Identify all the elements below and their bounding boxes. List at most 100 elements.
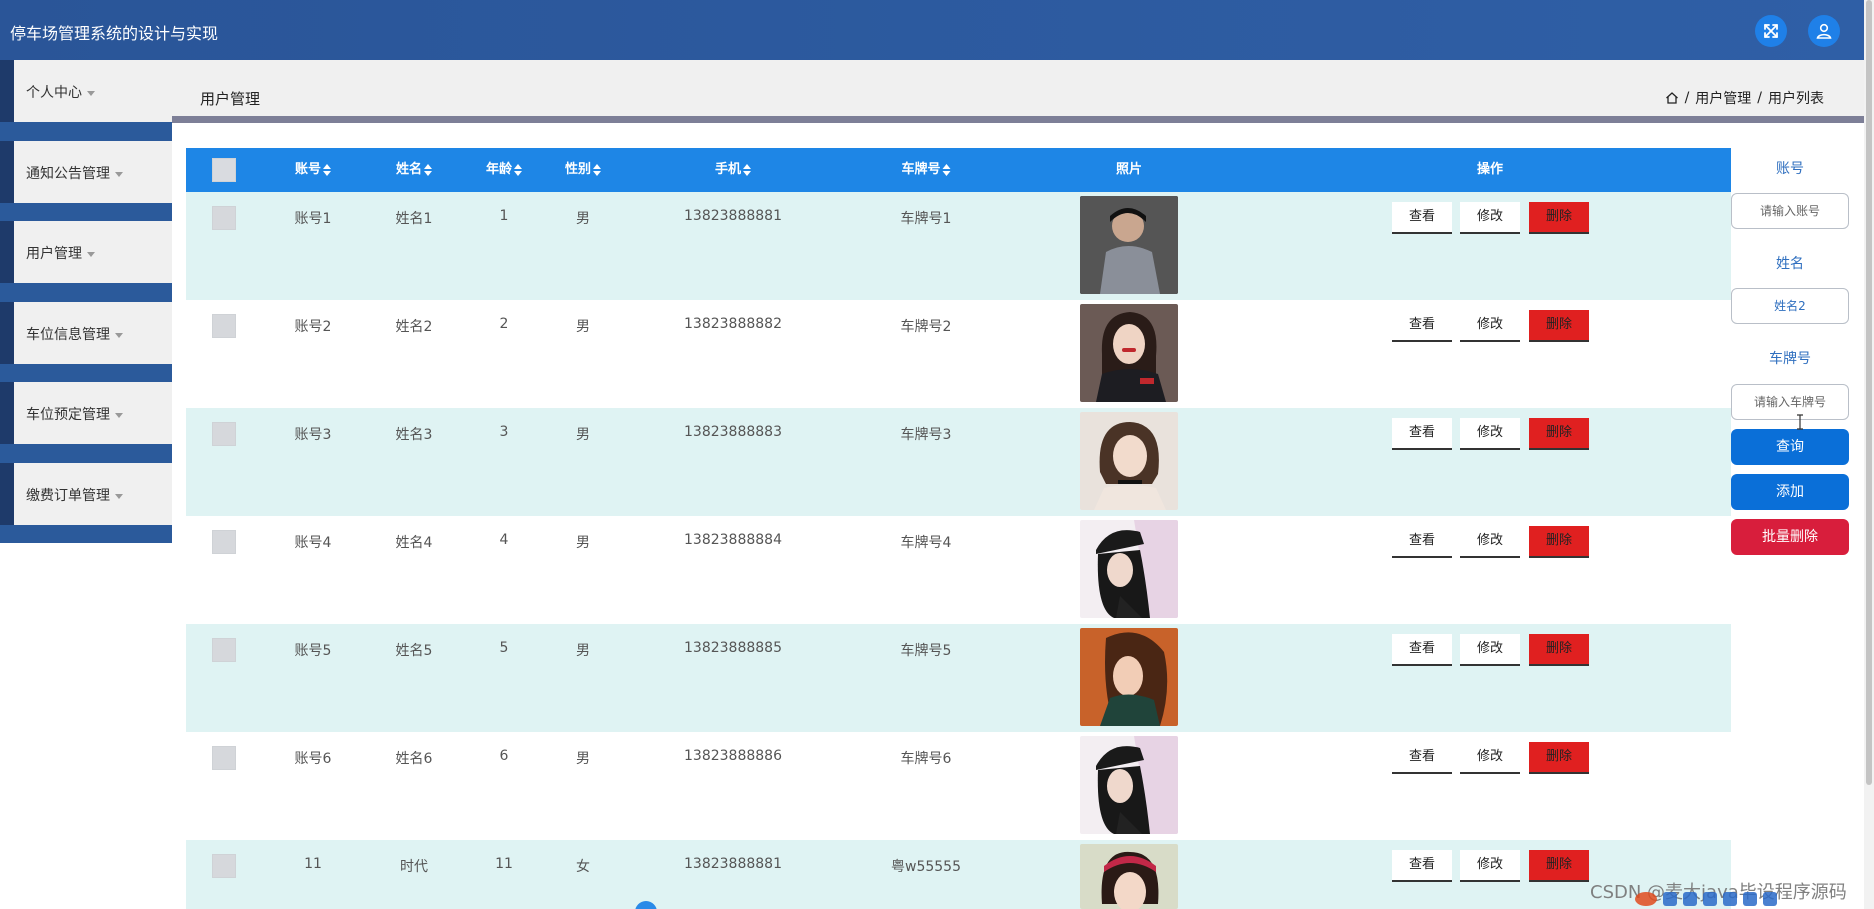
sidebar-item-user-management[interactable]: 用户管理 — [0, 221, 172, 283]
plate-search-input[interactable]: 请输入车牌号 — [1731, 384, 1849, 420]
delete-button[interactable]: 删除 — [1529, 742, 1589, 774]
sidebar-item-parking-info[interactable]: 车位信息管理 — [0, 302, 172, 364]
sidebar-item-personal-center[interactable]: 个人中心 — [0, 60, 172, 122]
table-row: 账号5 姓名5 5 男 13823888885 车牌号5 查看 修改 删除 — [186, 624, 1731, 732]
edit-button[interactable]: 修改 — [1460, 742, 1520, 774]
column-header-gender[interactable]: 性别 — [565, 148, 602, 192]
cell-gender: 男 — [576, 427, 590, 443]
account-label: 账号 — [1776, 161, 1804, 177]
edit-button[interactable]: 修改 — [1460, 634, 1520, 666]
batch-delete-button[interactable]: 批量删除 — [1731, 519, 1849, 555]
sort-icon[interactable] — [514, 163, 523, 176]
cell-phone: 13823888882 — [684, 316, 782, 332]
delete-button[interactable]: 删除 — [1529, 202, 1589, 234]
column-header-plate[interactable]: 车牌号 — [901, 148, 951, 192]
user-photo — [1080, 628, 1178, 726]
fullscreen-button[interactable] — [1755, 15, 1787, 47]
grid-icon[interactable] — [1763, 891, 1777, 906]
plate-label: 车牌号 — [1769, 351, 1811, 367]
edit-button[interactable]: 修改 — [1460, 526, 1520, 558]
delete-button[interactable]: 删除 — [1529, 310, 1589, 342]
cell-account: 账号4 — [294, 535, 332, 551]
table-row: 账号4 姓名4 4 男 13823888884 车牌号4 查看 修改 删除 — [186, 516, 1731, 624]
row-checkbox[interactable] — [212, 746, 236, 770]
cell-plate: 车牌号3 — [900, 427, 952, 443]
delete-button[interactable]: 删除 — [1529, 850, 1589, 882]
cell-phone: 13823888886 — [684, 748, 782, 764]
column-header-account[interactable]: 账号 — [295, 148, 332, 192]
row-checkbox[interactable] — [212, 422, 236, 446]
scrollbar-thumb[interactable] — [1866, 0, 1872, 785]
view-button[interactable]: 查看 — [1392, 742, 1452, 774]
sort-icon[interactable] — [593, 163, 602, 176]
column-header-age[interactable]: 年龄 — [486, 148, 523, 192]
header-divider — [172, 116, 1864, 123]
view-button[interactable]: 查看 — [1392, 202, 1452, 234]
delete-button[interactable]: 删除 — [1529, 418, 1589, 450]
delete-button[interactable]: 删除 — [1529, 526, 1589, 558]
page-title: 用户管理 — [200, 90, 261, 108]
view-button[interactable]: 查看 — [1392, 526, 1452, 558]
sort-icon[interactable] — [942, 163, 951, 176]
cell-phone: 13823888881 — [684, 856, 782, 872]
view-button[interactable]: 查看 — [1392, 850, 1452, 882]
cell-name: 姓名4 — [395, 535, 433, 551]
view-button[interactable]: 查看 — [1392, 634, 1452, 666]
chevron-down-icon — [115, 171, 123, 177]
keyboard-icon[interactable] — [1723, 891, 1737, 906]
name-search-input[interactable]: 姓名2 — [1731, 288, 1849, 324]
row-checkbox[interactable] — [212, 638, 236, 662]
cell-account: 账号3 — [294, 427, 332, 443]
edit-button[interactable]: 修改 — [1460, 310, 1520, 342]
query-button[interactable]: 查询 — [1731, 429, 1849, 465]
breadcrumb-item-user-management[interactable]: 用户管理 — [1695, 88, 1751, 108]
row-checkbox[interactable] — [212, 314, 236, 338]
cell-age: 5 — [499, 640, 509, 656]
sort-icon[interactable] — [323, 163, 332, 176]
edit-button[interactable]: 修改 — [1460, 202, 1520, 234]
row-checkbox[interactable] — [212, 854, 236, 878]
table-row: 账号6 姓名6 6 男 13823888886 车牌号6 查看 修改 删除 — [186, 732, 1731, 840]
user-button[interactable] — [1808, 15, 1840, 47]
view-button[interactable]: 查看 — [1392, 310, 1452, 342]
user-photo — [1080, 304, 1178, 402]
delete-button[interactable]: 删除 — [1529, 634, 1589, 666]
tray-icon[interactable] — [1663, 891, 1677, 906]
tray-icon[interactable] — [1743, 891, 1757, 906]
input-method-icon[interactable] — [1635, 891, 1657, 906]
cell-gender: 女 — [576, 859, 590, 875]
app-title: 停车场管理系统的设计与实现 — [10, 24, 219, 43]
cell-plate: 车牌号5 — [900, 643, 952, 659]
cell-gender: 男 — [576, 535, 590, 551]
row-checkbox[interactable] — [212, 530, 236, 554]
sort-icon[interactable] — [743, 163, 752, 176]
breadcrumb-item-user-list: 用户列表 — [1768, 91, 1824, 107]
cell-plate: 车牌号2 — [900, 319, 952, 335]
cell-plate: 粤w55555 — [891, 859, 961, 875]
cell-gender: 男 — [576, 751, 590, 767]
microphone-icon[interactable] — [1703, 891, 1717, 906]
edit-button[interactable]: 修改 — [1460, 418, 1520, 450]
cell-plate: 车牌号6 — [900, 751, 952, 767]
select-all-checkbox[interactable] — [212, 158, 236, 182]
sidebar-item-notice-management[interactable]: 通知公告管理 — [0, 141, 172, 203]
sort-icon[interactable] — [424, 163, 433, 176]
row-checkbox[interactable] — [212, 206, 236, 230]
edit-button[interactable]: 修改 — [1460, 850, 1520, 882]
sidebar-item-parking-reservation[interactable]: 车位预定管理 — [0, 382, 172, 444]
column-header-photo: 照片 — [1115, 162, 1143, 177]
column-header-name[interactable]: 姓名 — [396, 148, 433, 192]
vertical-scrollbar[interactable] — [1864, 0, 1874, 909]
home-icon[interactable] — [1665, 91, 1679, 105]
chevron-down-icon — [115, 412, 123, 418]
cell-age: 6 — [499, 748, 509, 764]
sidebar-item-payment-orders[interactable]: 缴费订单管理 — [0, 463, 172, 525]
account-search-input[interactable]: 请输入账号 — [1731, 193, 1849, 229]
chevron-down-icon — [115, 332, 123, 338]
cell-plate: 车牌号4 — [900, 535, 952, 551]
breadcrumb-separator: / — [1684, 90, 1690, 106]
column-header-phone[interactable]: 手机 — [715, 148, 752, 192]
tray-icon[interactable] — [1683, 891, 1697, 906]
view-button[interactable]: 查看 — [1392, 418, 1452, 450]
add-button[interactable]: 添加 — [1731, 474, 1849, 510]
